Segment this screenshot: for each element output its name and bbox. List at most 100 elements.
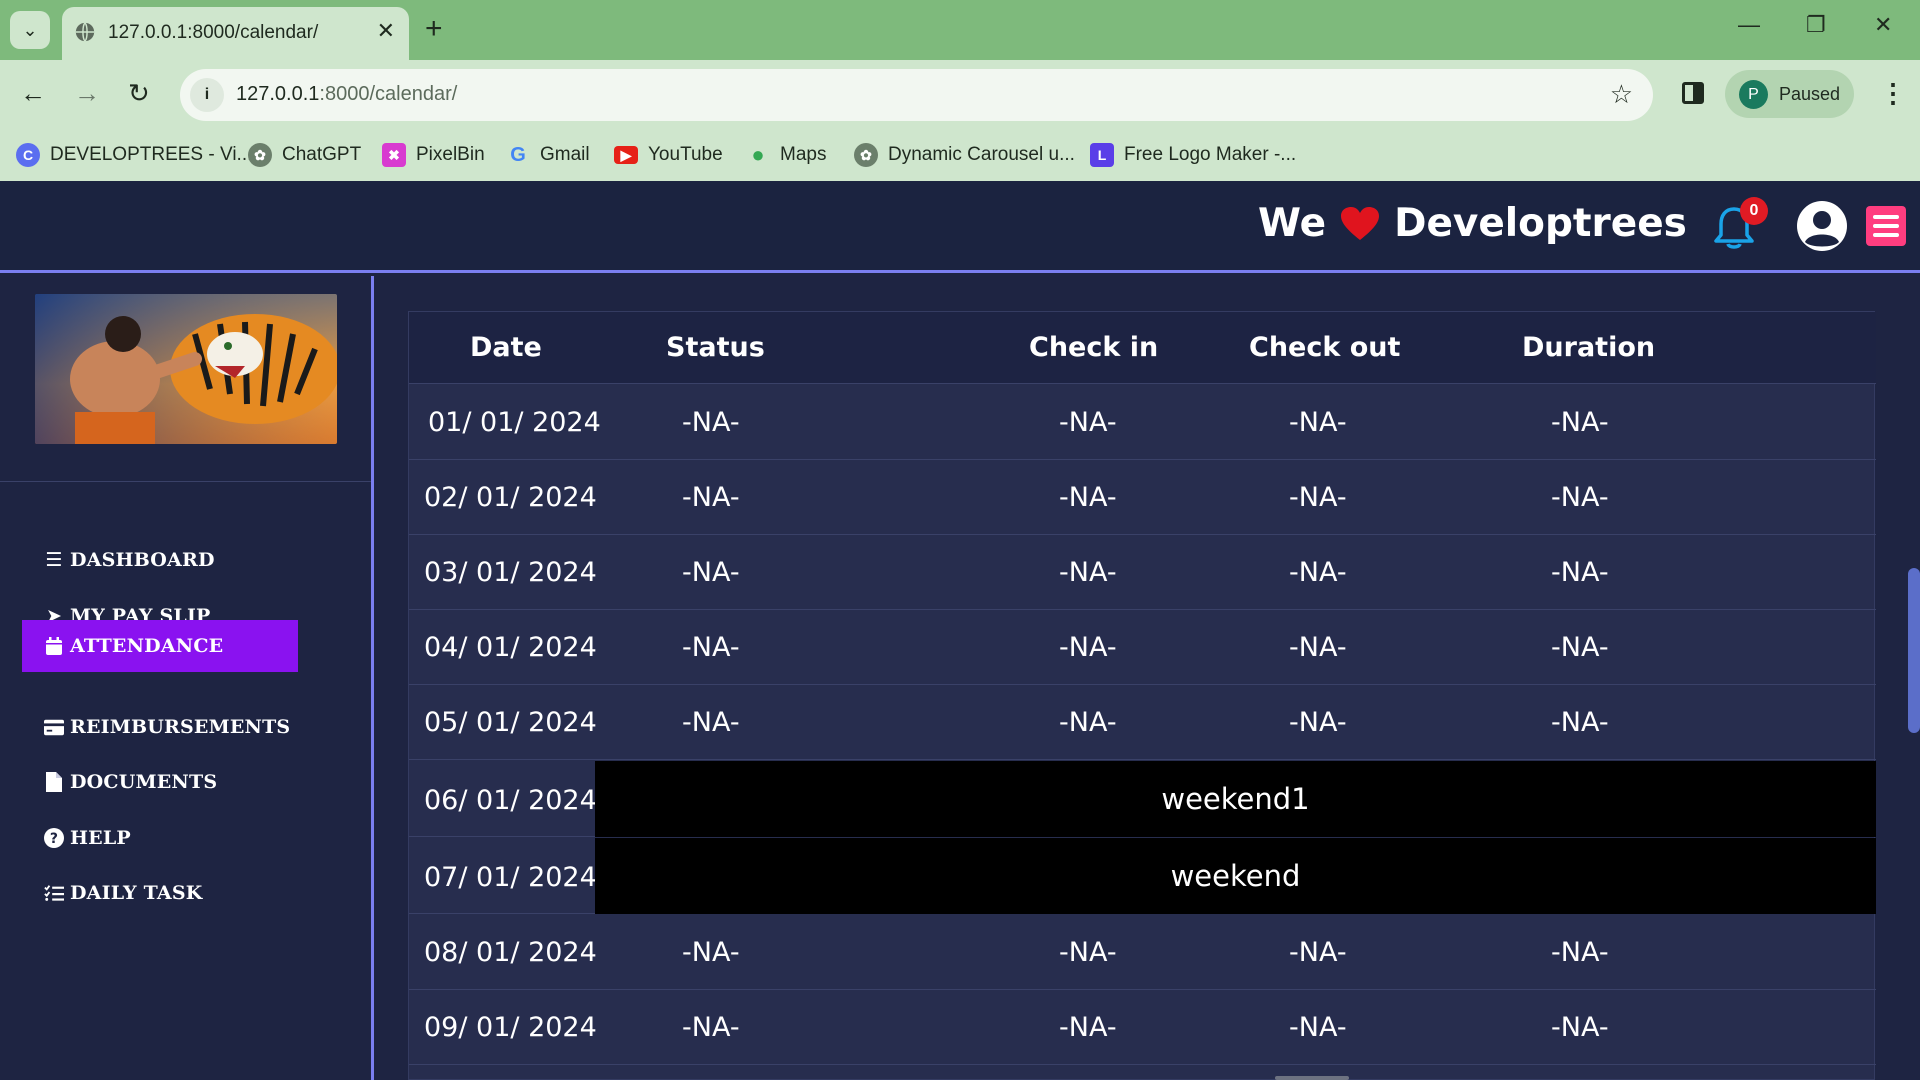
chatgpt-icon: ✿ [854, 143, 878, 167]
brand-title: We Developtrees [1258, 201, 1687, 246]
app-header: We Developtrees 0 [0, 181, 1920, 273]
table-row: 02/ 01/ 2024 -NA- -NA- -NA- -NA- [409, 460, 1876, 535]
bookmark-free-logo-maker[interactable]: L Free Logo Maker -... [1090, 138, 1296, 172]
bookmark-label: Maps [780, 144, 827, 165]
sidebar-item-label: DOCUMENTS [70, 771, 218, 793]
bookmark-youtube[interactable]: ▶ YouTube [614, 138, 723, 172]
bookmark-star-icon[interactable]: ☆ [1610, 79, 1633, 110]
check-out-cell: -NA- [1289, 937, 1347, 968]
bookmark-label: PixelBin [416, 144, 485, 165]
date-cell: 01/ 01/ 2024 [428, 407, 601, 438]
bookmark-label: ChatGPT [282, 144, 362, 165]
browser-menu-icon[interactable]: ⋮ [1880, 78, 1906, 109]
bookmark-dynamic-carousel[interactable]: ✿ Dynamic Carousel u... [854, 138, 1075, 172]
bookmark-chatgpt[interactable]: ✿ ChatGPT [248, 138, 361, 172]
pixelbin-icon: ✖ [382, 143, 406, 167]
duration-cell: -NA- [1551, 707, 1609, 738]
credit-card-icon [44, 717, 64, 737]
check-out-cell: -NA- [1289, 1012, 1347, 1043]
bookmark-maps[interactable]: ● Maps [746, 138, 826, 172]
forward-icon[interactable]: → [74, 78, 100, 109]
status-cell: -NA- [682, 632, 740, 663]
table-row: 04/ 01/ 2024 -NA- -NA- -NA- -NA- [409, 610, 1876, 685]
sidebar-item-reimbursements[interactable]: REIMBURSEMENTS [22, 701, 298, 753]
table-row-weekend: 06/ 01/ 2024 weekend1 [409, 761, 1876, 837]
horizontal-scroll-indicator[interactable] [1275, 1076, 1349, 1080]
minimize-icon[interactable]: — [1738, 12, 1760, 38]
svg-text:?: ? [50, 831, 58, 847]
sidebar-item-label: DASHBOARD [70, 549, 215, 571]
sidebar-item-help[interactable]: ? HELP [22, 812, 298, 864]
profile-button[interactable]: P Paused [1725, 70, 1854, 118]
sidebar-item-attendance[interactable]: ATTENDANCE [22, 620, 298, 672]
address-bar[interactable]: i 127.0.0.1:8000/calendar/ ☆ [180, 69, 1653, 121]
calendar-icon [44, 636, 64, 656]
bookmarks-bar: C DEVELOPTREES - Vi... ✿ ChatGPT ✖ Pixel… [0, 130, 1920, 181]
column-header-check-out: Check out [1249, 332, 1401, 363]
bookmark-label: DEVELOPTREES - Vi... [50, 144, 253, 165]
menu-bar-icon [1873, 233, 1899, 237]
sidebar-item-label: REIMBURSEMENTS [70, 716, 291, 738]
file-icon [44, 772, 64, 792]
status-cell: -NA- [682, 1012, 740, 1043]
scrollbar-thumb[interactable] [1908, 568, 1920, 733]
column-header-status: Status [666, 332, 765, 363]
main-content: Date Status Check in Check out Duration … [377, 276, 1920, 1080]
date-cell: 07/ 01/ 2024 [424, 862, 597, 893]
heart-icon [1341, 206, 1380, 240]
date-cell: 06/ 01/ 2024 [424, 785, 597, 816]
url-text: 127.0.0.1:8000/calendar/ [236, 83, 457, 106]
browser-toolbar: ← → ↻ i 127.0.0.1:8000/calendar/ ☆ P Pau… [0, 60, 1920, 130]
menu-bar-icon [1873, 215, 1899, 219]
new-tab-icon[interactable]: + [425, 12, 443, 46]
date-cell: 03/ 01/ 2024 [424, 557, 597, 588]
sidebar-item-daily-task[interactable]: DAILY TASK [22, 867, 298, 919]
check-out-cell: -NA- [1289, 632, 1347, 663]
status-cell: -NA- [682, 482, 740, 513]
status-cell: -NA- [682, 937, 740, 968]
column-header-check-in: Check in [1029, 332, 1159, 363]
sidebar-item-documents[interactable]: DOCUMENTS [22, 756, 298, 808]
weekend-label: weekend [595, 838, 1876, 914]
menu-bar-icon [1873, 224, 1899, 228]
back-icon[interactable]: ← [20, 78, 46, 109]
table-row-weekend: 07/ 01/ 2024 weekend [409, 838, 1876, 914]
date-cell: 09/ 01/ 2024 [424, 1012, 597, 1043]
company-logo-image [35, 294, 337, 444]
tab-search-button[interactable]: ⌄ [10, 11, 50, 49]
date-cell: 04/ 01/ 2024 [424, 632, 597, 663]
url-path: :8000/calendar/ [319, 83, 458, 105]
bookmark-label: Gmail [540, 144, 590, 165]
google-icon: G [510, 143, 526, 166]
window-close-icon[interactable]: ✕ [1874, 12, 1892, 38]
check-in-cell: -NA- [1059, 937, 1117, 968]
check-out-cell: -NA- [1289, 482, 1347, 513]
status-cell: -NA- [682, 407, 740, 438]
logomaker-icon: L [1090, 143, 1114, 167]
hamburger-menu-button[interactable] [1866, 206, 1906, 246]
reload-icon[interactable]: ↻ [128, 78, 150, 109]
url-host: 127.0.0.1 [236, 83, 320, 105]
sidebar-item-dashboard[interactable]: ☰ DASHBOARD [22, 534, 298, 586]
restore-icon[interactable]: ❐ [1806, 12, 1826, 38]
close-tab-icon[interactable]: ✕ [377, 18, 395, 44]
site-info-icon[interactable]: i [190, 78, 224, 112]
check-in-cell: -NA- [1059, 407, 1117, 438]
youtube-icon: ▶ [614, 146, 638, 164]
duration-cell: -NA- [1551, 632, 1609, 663]
bookmark-developtrees[interactable]: C DEVELOPTREES - Vi... [16, 138, 252, 172]
table-row: 08/ 01/ 2024 -NA- -NA- -NA- -NA- [409, 915, 1876, 990]
bookmark-gmail[interactable]: G Gmail [506, 138, 590, 172]
date-cell: 05/ 01/ 2024 [424, 707, 597, 738]
list-check-icon [44, 883, 64, 903]
check-out-cell: -NA- [1289, 407, 1347, 438]
browser-tab[interactable]: 127.0.0.1:8000/calendar/ ✕ [62, 7, 409, 60]
user-avatar-icon[interactable] [1796, 200, 1848, 252]
table-row: 03/ 01/ 2024 -NA- -NA- -NA- -NA- [409, 535, 1876, 610]
bookmark-pixelbin[interactable]: ✖ PixelBin [382, 138, 485, 172]
status-cell: -NA- [682, 707, 740, 738]
chevron-down-icon: ⌄ [22, 19, 38, 40]
date-cell: 08/ 01/ 2024 [424, 937, 597, 968]
side-panel-icon[interactable] [1682, 82, 1704, 104]
check-in-cell: -NA- [1059, 557, 1117, 588]
